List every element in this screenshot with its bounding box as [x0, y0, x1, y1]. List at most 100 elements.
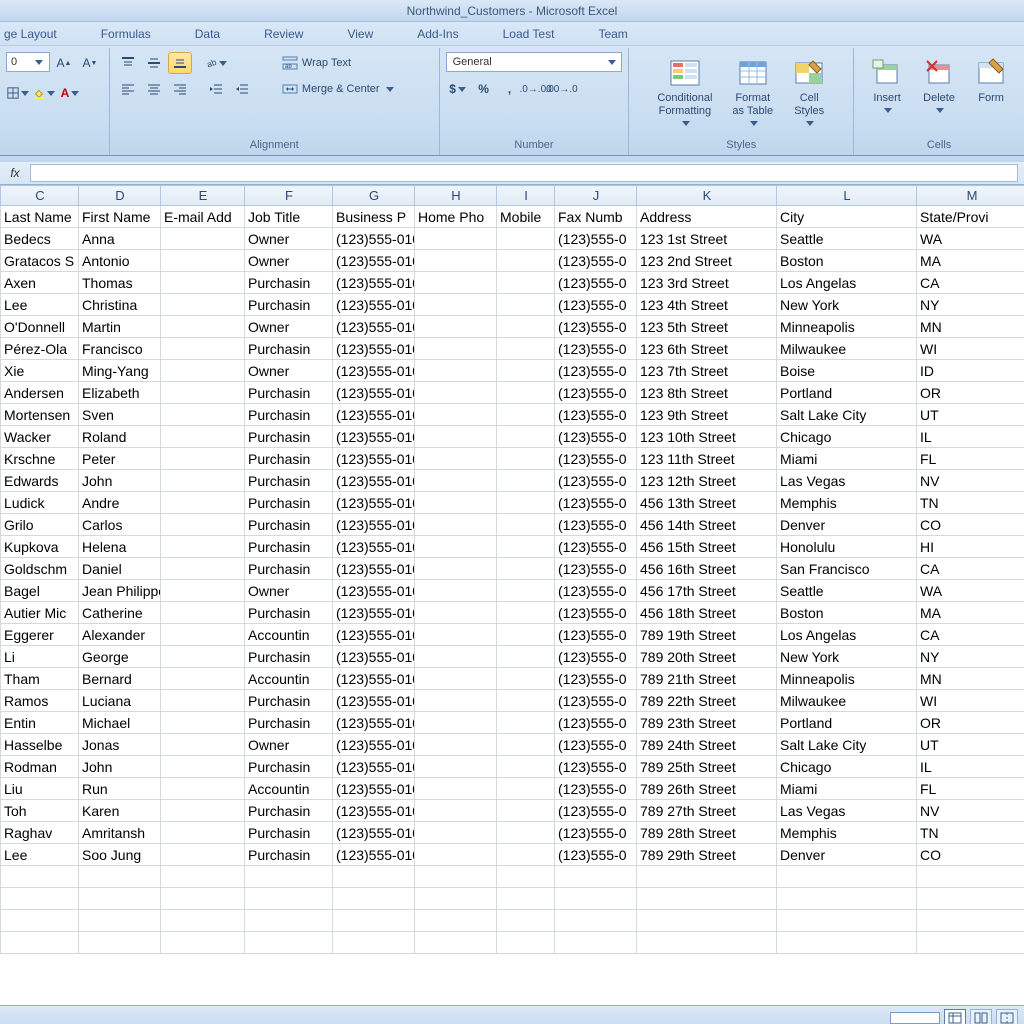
cell[interactable]: TN	[917, 822, 1024, 844]
cell[interactable]	[415, 734, 497, 756]
cell[interactable]: Lee	[1, 844, 79, 866]
cell[interactable]: Owner	[245, 580, 333, 602]
cell[interactable]: Toh	[1, 800, 79, 822]
cell[interactable]: Purchasin	[245, 844, 333, 866]
cell[interactable]	[161, 932, 245, 954]
cell[interactable]: (123)555-0100	[333, 756, 415, 778]
cell[interactable]: FL	[917, 448, 1024, 470]
cell[interactable]: Purchasin	[245, 690, 333, 712]
tab-team[interactable]: Team	[594, 27, 631, 41]
cell[interactable]	[917, 910, 1024, 932]
cell[interactable]: 456 14th Street	[637, 514, 777, 536]
cell[interactable]	[497, 492, 555, 514]
cell[interactable]: Boise	[777, 360, 917, 382]
table-row[interactable]: BedecsAnnaOwner(123)555-0100(123)555-012…	[1, 228, 1024, 250]
cell[interactable]: Lee	[1, 294, 79, 316]
cell[interactable]: (123)555-0100	[333, 470, 415, 492]
cell[interactable]: WI	[917, 690, 1024, 712]
cell[interactable]	[497, 294, 555, 316]
cell[interactable]: Purchasin	[245, 756, 333, 778]
cell[interactable]: TN	[917, 492, 1024, 514]
cell[interactable]	[333, 888, 415, 910]
table-row[interactable]: TohKarenPurchasin(123)555-0100(123)555-0…	[1, 800, 1024, 822]
cell[interactable]	[161, 624, 245, 646]
cell[interactable]: Owner	[245, 250, 333, 272]
cell[interactable]	[161, 382, 245, 404]
cell[interactable]: (123)555-0	[555, 360, 637, 382]
cell[interactable]: Seattle	[777, 580, 917, 602]
cell[interactable]: 456 16th Street	[637, 558, 777, 580]
decrease-indent-icon[interactable]	[204, 78, 228, 100]
cell[interactable]: Honolulu	[777, 536, 917, 558]
cell[interactable]: (123)555-0100	[333, 580, 415, 602]
cell[interactable]	[497, 712, 555, 734]
cell[interactable]: Purchasin	[245, 382, 333, 404]
cell[interactable]: Helena	[79, 536, 161, 558]
tab-review[interactable]: Review	[260, 27, 307, 41]
table-row[interactable]: LiuRunAccountin(123)555-0100(123)555-078…	[1, 778, 1024, 800]
cell[interactable]: Purchasin	[245, 558, 333, 580]
cell[interactable]: (123)555-0	[555, 668, 637, 690]
borders-icon[interactable]	[6, 82, 30, 104]
cell[interactable]	[415, 382, 497, 404]
cell[interactable]	[1, 932, 79, 954]
cell[interactable]: (123)555-0100	[333, 272, 415, 294]
table-row[interactable]: LeeChristinaPurchasin(123)555-0100(123)5…	[1, 294, 1024, 316]
table-row[interactable]	[1, 932, 1024, 954]
cell[interactable]	[415, 712, 497, 734]
cell[interactable]: (123)555-0100	[333, 800, 415, 822]
table-row[interactable]: Autier MicCatherinePurchasin(123)555-010…	[1, 602, 1024, 624]
cell[interactable]: Purchasin	[245, 448, 333, 470]
cell[interactable]: Accountin	[245, 624, 333, 646]
column-header[interactable]: C	[1, 186, 79, 206]
cell[interactable]: (123)555-0100	[333, 250, 415, 272]
cell[interactable]	[415, 316, 497, 338]
cell[interactable]: (123)555-0	[555, 536, 637, 558]
font-color-icon[interactable]: A	[58, 82, 82, 104]
shrink-font-icon[interactable]: A▼	[78, 52, 102, 74]
cell[interactable]: Amritansh	[79, 822, 161, 844]
cell[interactable]	[415, 404, 497, 426]
cell[interactable]: WA	[917, 228, 1024, 250]
cell[interactable]: Luciana	[79, 690, 161, 712]
cell[interactable]: Entin	[1, 712, 79, 734]
cell[interactable]: Purchasin	[245, 272, 333, 294]
cell[interactable]: 123 9th Street	[637, 404, 777, 426]
table-row[interactable]: WackerRolandPurchasin(123)555-0100(123)5…	[1, 426, 1024, 448]
cell[interactable]	[497, 756, 555, 778]
align-middle-icon[interactable]	[142, 52, 166, 74]
wrap-text-button[interactable]: ab Wrap Text	[275, 52, 401, 74]
cell[interactable]: Martin	[79, 316, 161, 338]
table-row[interactable]: KrschnePeterPurchasin(123)555-0100(123)5…	[1, 448, 1024, 470]
cell[interactable]	[415, 602, 497, 624]
cell[interactable]	[497, 426, 555, 448]
align-center-icon[interactable]	[142, 78, 166, 100]
cell[interactable]: (123)555-0100	[333, 778, 415, 800]
cell[interactable]: (123)555-0100	[333, 668, 415, 690]
cell[interactable]	[917, 932, 1024, 954]
cell[interactable]	[415, 778, 497, 800]
cell[interactable]: Business P	[333, 206, 415, 228]
cell[interactable]: (123)555-0	[555, 228, 637, 250]
tab-load-test[interactable]: Load Test	[499, 27, 559, 41]
cell[interactable]: (123)555-0	[555, 272, 637, 294]
cell[interactable]	[245, 866, 333, 888]
font-size-input[interactable]: 0	[6, 52, 50, 72]
cell[interactable]: 123 3rd Street	[637, 272, 777, 294]
cell[interactable]: Los Angelas	[777, 272, 917, 294]
cell[interactable]: Owner	[245, 316, 333, 338]
cell[interactable]: Peter	[79, 448, 161, 470]
table-row[interactable]: O'DonnellMartinOwner(123)555-0100(123)55…	[1, 316, 1024, 338]
cell[interactable]: Karen	[79, 800, 161, 822]
cell[interactable]	[637, 866, 777, 888]
column-header[interactable]: M	[917, 186, 1024, 206]
cell[interactable]	[497, 602, 555, 624]
cell[interactable]: (123)555-0	[555, 778, 637, 800]
cell[interactable]: (123)555-0	[555, 316, 637, 338]
table-row[interactable]: RaghavAmritanshPurchasin(123)555-0100(12…	[1, 822, 1024, 844]
cell[interactable]: (123)555-0100	[333, 316, 415, 338]
cell[interactable]	[415, 426, 497, 448]
column-header[interactable]: F	[245, 186, 333, 206]
align-left-icon[interactable]	[116, 78, 140, 100]
cell[interactable]: Boston	[777, 602, 917, 624]
